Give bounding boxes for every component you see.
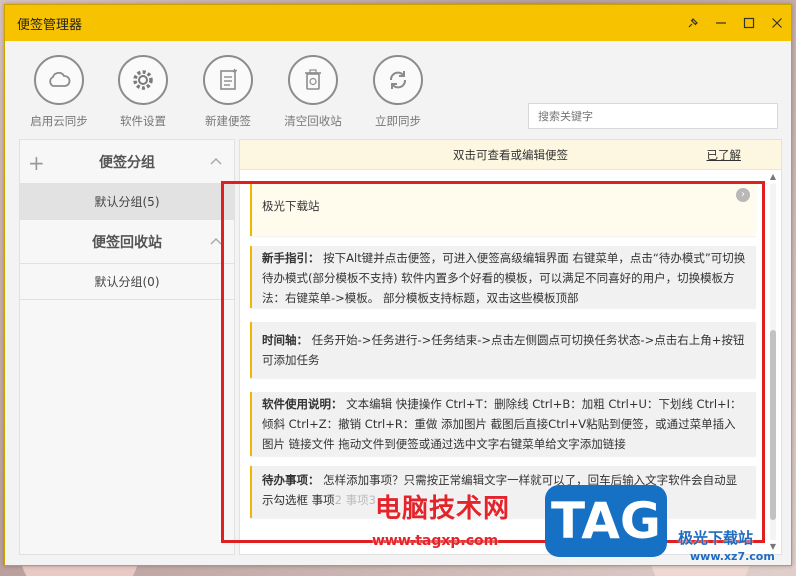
- new-note-button[interactable]: 新建便签: [193, 55, 263, 129]
- site-url: www.xz7.com: [690, 550, 775, 563]
- notes-scrollbar[interactable]: ▲ ▼: [767, 170, 779, 554]
- hint-bar: 双击可查看或编辑便签 已了解: [240, 140, 781, 170]
- scroll-up-icon[interactable]: ▲: [768, 172, 778, 182]
- toolbar: 启用云同步 软件设置 新建便签 清空回收站 立即同步: [5, 41, 791, 137]
- dismiss-hint-link[interactable]: 已了解: [707, 147, 742, 163]
- cloud-sync-label: 启用云同步: [30, 114, 88, 128]
- cloud-sync-button[interactable]: 启用云同步: [24, 55, 94, 129]
- recycle-bin-title: 便签回收站: [92, 234, 162, 251]
- close-icon: [772, 18, 782, 28]
- search-input[interactable]: [528, 103, 778, 129]
- window-controls: [679, 5, 791, 41]
- sync-icon: [390, 71, 406, 89]
- watermark-url: www.tagxp.com: [372, 533, 499, 549]
- note-groups-header[interactable]: + 便签分组: [20, 140, 234, 184]
- empty-recycle-button[interactable]: 清空回收站: [278, 55, 348, 129]
- maximize-icon: [743, 17, 755, 29]
- title-bar[interactable]: 便签管理器: [5, 5, 791, 41]
- minimize-icon: [716, 22, 726, 24]
- recycle-bin-icon: [305, 69, 321, 90]
- new-note-label: 新建便签: [205, 114, 251, 128]
- sidebar-item-label: 默认分组(0): [94, 275, 160, 289]
- note-groups-title: 便签分组: [99, 154, 155, 171]
- sync-now-button[interactable]: 立即同步: [363, 55, 433, 129]
- window-title: 便签管理器: [17, 17, 83, 33]
- minimize-button[interactable]: [707, 5, 735, 41]
- chevron-up-icon[interactable]: [210, 156, 222, 166]
- maximize-button[interactable]: [735, 5, 763, 41]
- empty-recycle-label: 清空回收站: [284, 114, 342, 128]
- tag-logo: TAG: [545, 485, 667, 557]
- watermark-text: 电脑技术网: [375, 494, 511, 524]
- settings-button[interactable]: 软件设置: [108, 55, 178, 129]
- add-group-icon[interactable]: +: [28, 151, 45, 175]
- sync-now-label: 立即同步: [375, 114, 421, 128]
- hint-text: 双击可查看或编辑便签: [453, 147, 568, 162]
- gear-icon: [133, 70, 153, 90]
- new-note-icon: [220, 68, 238, 90]
- pin-icon: [688, 17, 699, 28]
- settings-label: 软件设置: [120, 114, 166, 128]
- sidebar-item-default-group[interactable]: 默认分组(5): [20, 184, 234, 220]
- scroll-thumb[interactable]: [770, 330, 776, 520]
- sidebar: + 便签分组 默认分组(5) 便签回收站 默认分组(0): [19, 139, 235, 555]
- sidebar-item-label: 默认分组(5): [94, 195, 160, 209]
- recycle-bin-header[interactable]: 便签回收站: [20, 220, 234, 264]
- close-button[interactable]: [763, 5, 791, 41]
- pin-button[interactable]: [679, 5, 707, 41]
- cloud-icon: [49, 71, 71, 87]
- site-logo: 极光下载站: [678, 529, 754, 547]
- sidebar-item-recycle-default[interactable]: 默认分组(0): [20, 264, 234, 300]
